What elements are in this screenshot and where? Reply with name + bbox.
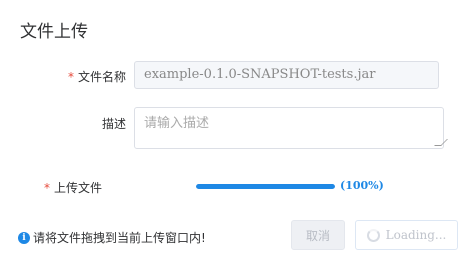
upload-dialog: 文件上传 * 文件名称 example-0.1.0-SNAPSHOT-tests.… [0, 0, 474, 267]
required-mark: * [67, 70, 74, 84]
description-label: 描述 [101, 117, 126, 131]
file-name-label-row: * 文件名称 [16, 68, 126, 85]
upload-progress-text: (100%) [340, 179, 384, 192]
info-icon: i [18, 231, 30, 244]
loading-button[interactable]: Loading... [355, 220, 458, 250]
upload-progress-fill [196, 184, 335, 189]
drag-tip-text: 请将文件拖拽到当前上传窗口内! [33, 231, 206, 245]
description-placeholder: 请输入描述 [144, 116, 210, 131]
upload-label: 上传文件 [53, 181, 102, 195]
resize-handle-icon[interactable] [434, 139, 448, 146]
drag-tip: i 请将文件拖拽到当前上传窗口内! [18, 229, 206, 246]
cancel-button[interactable]: 取消 [291, 220, 345, 250]
file-name-label: 文件名称 [77, 70, 126, 84]
required-mark: * [43, 181, 50, 195]
cancel-button-label: 取消 [305, 228, 330, 243]
upload-progress-bar [196, 184, 335, 189]
spinner-icon [366, 228, 380, 242]
description-textarea[interactable]: 请输入描述 [134, 107, 448, 149]
upload-label-row: * 上传文件 [16, 179, 126, 196]
dialog-title: 文件上传 [20, 22, 88, 42]
loading-button-label: Loading... [385, 228, 447, 242]
file-name-input[interactable]: example-0.1.0-SNAPSHOT-tests.jar [134, 61, 439, 89]
